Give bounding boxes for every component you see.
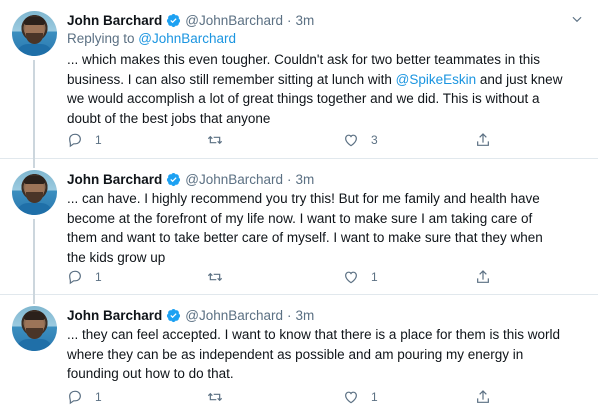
tweet-text-line: ... can have. I highly recommend you try…	[67, 191, 540, 206]
tweet-text-line: founding out how to do that.	[67, 366, 234, 381]
author-name[interactable]: John Barchard	[67, 172, 162, 187]
tweet-text-line: doubt of the best jobs that anyone	[67, 110, 271, 126]
verified-badge-icon	[167, 308, 181, 322]
author-name[interactable]: John Barchard	[67, 308, 162, 323]
tweet-actions: 1 1	[67, 388, 497, 406]
share-icon	[477, 133, 489, 146]
like-count: 1	[371, 390, 378, 404]
author-handle[interactable]: @JohnBarchard	[185, 172, 283, 187]
like-button[interactable]: 1	[343, 269, 381, 285]
tweet-text-line: ... which makes this even tougher. Could…	[67, 52, 541, 67]
share-button[interactable]	[475, 389, 491, 405]
reply-count: 1	[95, 270, 102, 284]
share-button[interactable]	[475, 269, 491, 285]
timestamp[interactable]: 3m	[296, 172, 315, 187]
tweet[interactable]: John Barchard @JohnBarchard · 3m ... can…	[0, 159, 598, 295]
avatar[interactable]	[12, 170, 57, 215]
like-count: 1	[371, 270, 378, 284]
tweet-text-line: the kids grow up	[67, 249, 166, 265]
tweet-text-line: them and want to take better care of mys…	[67, 230, 543, 245]
verified-badge-icon	[167, 13, 181, 27]
share-icon	[477, 270, 489, 283]
tweet-text: ... they can feel accepted. I want to kn…	[67, 325, 572, 384]
thread-connector-line	[33, 295, 35, 304]
author-name[interactable]: John Barchard	[67, 13, 162, 28]
tweet-text-line: business. I can also still remember sitt…	[67, 71, 563, 87]
thread-connector-line	[33, 219, 35, 295]
avatar[interactable]	[12, 306, 57, 351]
tweet-text: ... can have. I highly recommend you try…	[67, 189, 572, 267]
share-icon	[477, 390, 489, 403]
avatar[interactable]	[12, 11, 57, 56]
like-button[interactable]: 1	[343, 389, 381, 405]
heart-icon	[345, 391, 357, 404]
reply-count: 1	[95, 390, 102, 404]
reply-icon	[69, 133, 81, 148]
timestamp[interactable]: 3m	[296, 13, 315, 28]
tweet-actions: 1 3	[67, 131, 497, 149]
retweet-icon	[207, 135, 223, 145]
tweet[interactable]: John Barchard @JohnBarchard · 3m ... the…	[0, 295, 598, 413]
thread-connector-line	[33, 60, 35, 159]
tweet[interactable]: John Barchard @JohnBarchard · 3m Replyin…	[0, 0, 598, 159]
separator-dot: ·	[287, 307, 292, 323]
tweet-header: John Barchard @JohnBarchard · 3m	[67, 306, 314, 324]
tweet-actions: 1 1	[67, 268, 497, 286]
like-count: 3	[371, 133, 378, 147]
replying-prefix: Replying to	[67, 31, 139, 46]
replying-to: Replying to @JohnBarchard	[67, 31, 236, 46]
tweet-header: John Barchard @JohnBarchard · 3m	[67, 170, 314, 188]
reply-icon	[69, 270, 81, 285]
tweet-text-line: we would accomplish a lot of great thing…	[67, 91, 540, 106]
separator-dot: ·	[287, 12, 292, 28]
retweet-button[interactable]	[207, 269, 245, 285]
share-button[interactable]	[475, 132, 491, 148]
separator-dot: ·	[287, 171, 292, 187]
tweet-text-line: where they can be as independent as poss…	[67, 346, 524, 362]
retweet-button[interactable]	[207, 389, 245, 405]
reply-icon	[69, 390, 81, 405]
replying-to-link[interactable]: @JohnBarchard	[138, 31, 236, 46]
tweet-text-line: become at the forefront of my life now. …	[67, 210, 533, 226]
tweet-text: ... which makes this even tougher. Could…	[67, 50, 572, 128]
like-button[interactable]: 3	[343, 132, 381, 148]
retweet-button[interactable]	[207, 132, 245, 148]
author-handle[interactable]: @JohnBarchard	[185, 13, 283, 28]
reply-button[interactable]: 1	[67, 132, 105, 148]
reply-count: 1	[95, 133, 102, 147]
heart-icon	[345, 134, 357, 147]
chevron-down-icon[interactable]	[570, 12, 584, 26]
verified-badge-icon	[167, 172, 181, 186]
mention-link[interactable]: @SpikeEskin	[396, 72, 477, 87]
reply-button[interactable]: 1	[67, 269, 105, 285]
tweet-header: John Barchard @JohnBarchard · 3m	[67, 11, 314, 29]
reply-button[interactable]: 1	[67, 389, 105, 405]
retweet-icon	[207, 272, 223, 282]
retweet-icon	[207, 392, 223, 402]
timestamp[interactable]: 3m	[296, 308, 315, 323]
heart-icon	[345, 271, 357, 284]
tweet-text-line: ... they can feel accepted. I want to kn…	[67, 327, 561, 342]
thread-connector-line	[33, 159, 35, 168]
author-handle[interactable]: @JohnBarchard	[185, 308, 283, 323]
